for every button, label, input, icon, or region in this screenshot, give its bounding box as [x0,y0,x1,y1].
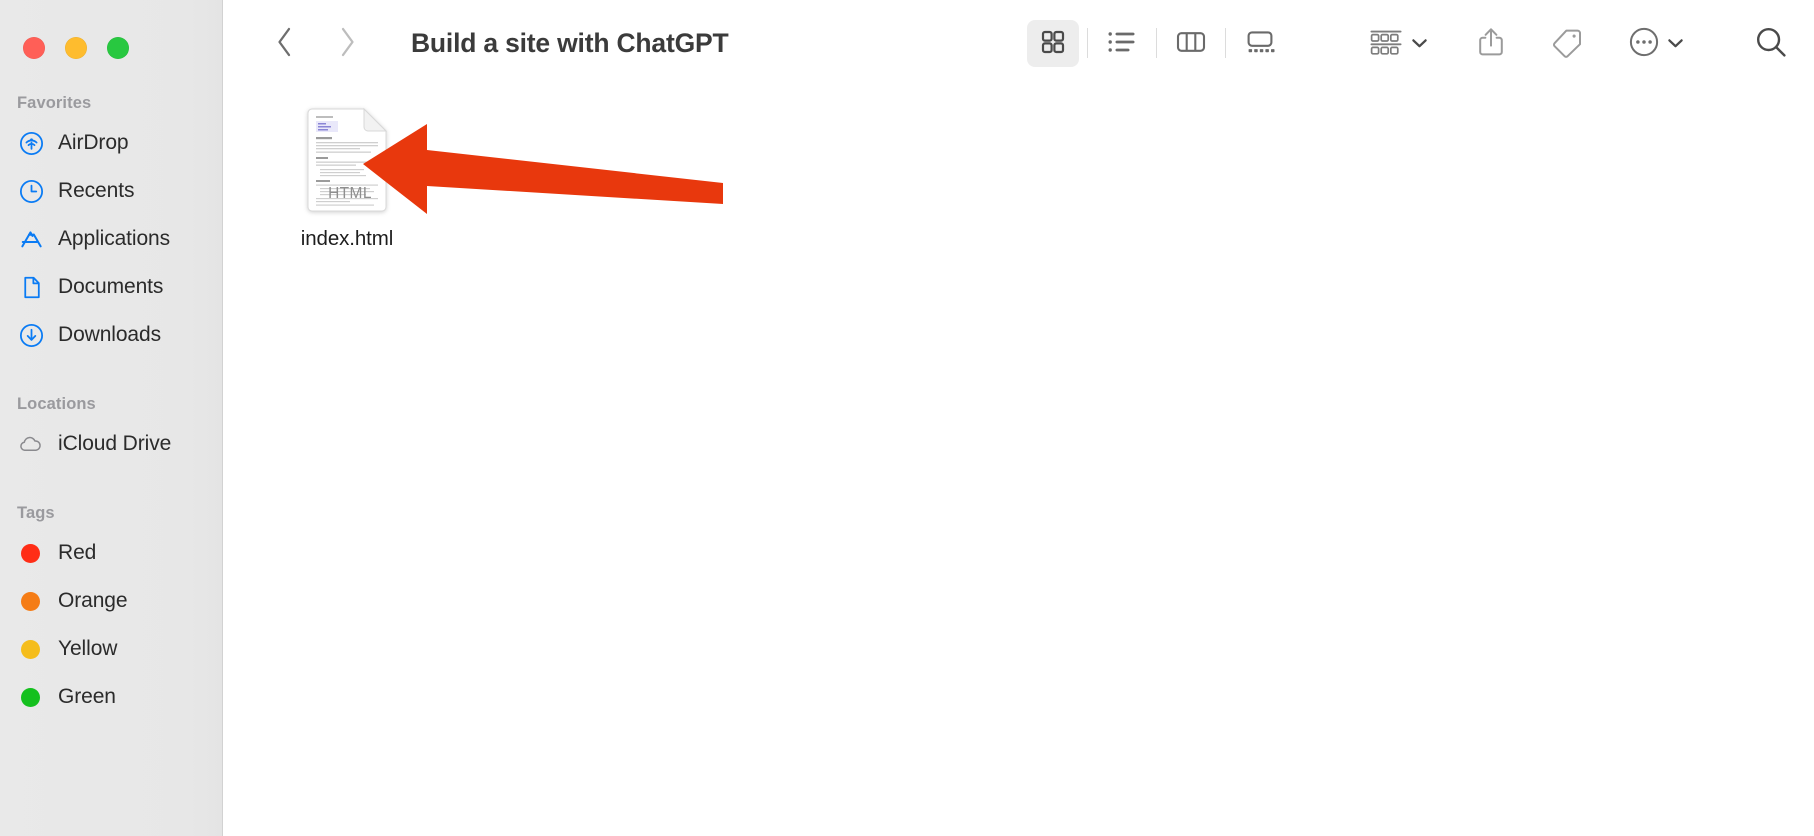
chevron-right-icon [336,25,358,62]
clock-icon [18,178,44,204]
sidebar-item-recents[interactable]: Recents [0,167,223,215]
sidebar-item-label: Recents [58,179,135,202]
tag-dot-icon [21,591,40,611]
back-button[interactable] [265,21,305,65]
toolbar-divider [1225,28,1226,58]
sidebar-section-header-favorites: Favorites [17,94,92,112]
chevron-left-icon [274,25,296,62]
html-document-icon: HTML [307,107,388,212]
sidebar-item-label: Orange [58,589,128,612]
finder-window: Favorites AirDrop Recents Applications D… [0,0,1814,836]
sidebar-item-label: Applications [58,227,171,250]
chevron-down-icon [1667,37,1684,49]
sidebar-item-applications[interactable]: Applications [0,215,223,263]
file-grid: HTML index.html [223,86,1814,836]
sidebar-item-label: Yellow [58,637,118,660]
search-icon [1754,25,1788,62]
group-by-button[interactable] [1364,20,1432,67]
sidebar-item-label: Green [58,685,116,708]
file-name-label: index.html [300,227,394,250]
gallery-view-icon [1244,29,1276,58]
tag-dot-icon [21,543,40,563]
more-actions-icon [1628,26,1660,61]
tab-icon-view[interactable] [1027,19,1079,67]
group-by-icon [1368,27,1404,60]
tag-dot-icon [21,687,40,707]
sidebar-item-downloads[interactable]: Downloads [0,311,223,359]
sidebar-list-favorites: AirDrop Recents Applications Documents D… [0,119,223,359]
minimize-window-button[interactable] [65,37,87,59]
sidebar-item-tag-orange[interactable]: Orange [0,577,223,625]
sidebar-item-tag-red[interactable]: Red [0,529,223,577]
grid-view-icon [1039,28,1067,59]
tab-gallery-view[interactable] [1234,20,1286,67]
cloud-icon [18,431,44,457]
sidebar-item-label: AirDrop [58,131,129,154]
sidebar-item-label: Downloads [58,323,161,346]
tag-dot-icon [21,639,40,659]
tab-list-view[interactable] [1096,20,1148,67]
sidebar-item-label: Red [58,541,97,564]
sidebar-item-label: iCloud Drive [58,432,172,455]
sidebar-item-icloud-drive[interactable]: iCloud Drive [0,420,223,468]
tag-icon [1550,26,1584,61]
annotation-arrow [363,124,723,214]
sidebar-item-label: Documents [58,275,164,298]
sidebar-item-tag-green[interactable]: Green [0,673,223,721]
sidebar-section-header-locations: Locations [17,395,96,413]
forward-button[interactable] [327,21,367,65]
sidebar-item-tag-yellow[interactable]: Yellow [0,625,223,673]
main-area: Build a site with ChatGPT HTML index.htm… [223,0,1814,836]
list-view-icon [1107,29,1137,58]
toolbar: Build a site with ChatGPT [223,0,1814,86]
page-title: Build a site with ChatGPT [411,27,729,58]
document-icon [18,274,44,300]
share-button[interactable] [1472,20,1510,67]
tab-column-view[interactable] [1165,20,1217,67]
toolbar-divider [1156,28,1157,58]
close-window-button[interactable] [23,37,45,59]
chevron-down-icon [1411,37,1428,49]
toolbar-divider [1087,28,1088,58]
airdrop-icon [18,130,44,156]
applications-icon [18,226,44,252]
view-switcher [1027,19,1286,67]
tags-button[interactable] [1546,20,1588,67]
sidebar-item-airdrop[interactable]: AirDrop [0,119,223,167]
traffic-lights [0,0,223,64]
download-icon [18,322,44,348]
sidebar-item-documents[interactable]: Documents [0,263,223,311]
maximize-window-button[interactable] [107,37,129,59]
column-view-icon [1175,29,1207,58]
sidebar-list-locations: iCloud Drive [0,420,223,468]
sidebar-list-tags: Red Orange Yellow Green [0,529,223,721]
sidebar-section-header-tags: Tags [17,504,55,522]
file-item-index-html[interactable]: HTML index.html [267,107,427,251]
more-actions-button[interactable] [1624,20,1688,67]
share-icon [1476,26,1506,61]
sidebar: Favorites AirDrop Recents Applications D… [0,0,223,836]
search-button[interactable] [1750,20,1792,67]
svg-text:HTML: HTML [328,185,372,202]
